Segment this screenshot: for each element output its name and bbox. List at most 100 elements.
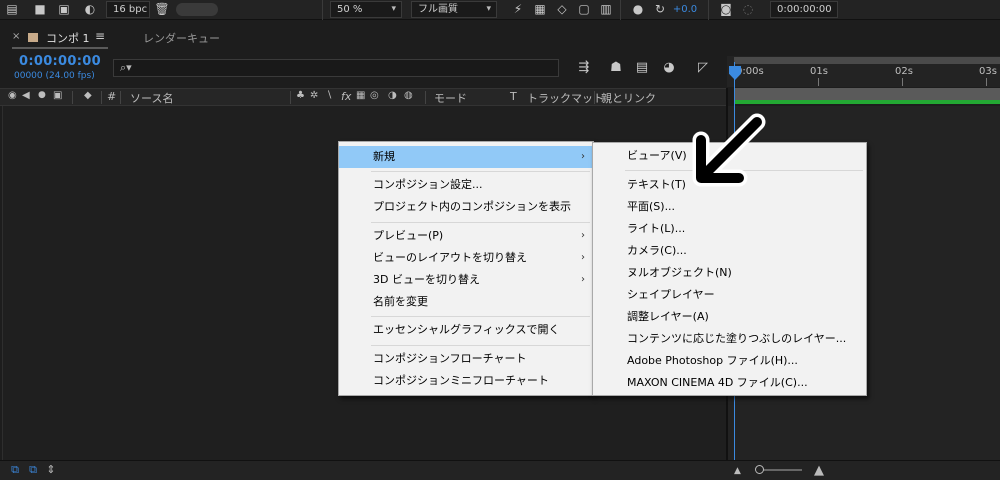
top-toolbar: ▤ ■ ▣ ◐ 16 bpc 🗑 50 % ▾ フル画質 ▾ ⚡ ▦ ◇ ▢ ▥… — [0, 0, 1000, 20]
toolbar-divider — [708, 0, 709, 20]
menu-item-new[interactable]: 新規 › — [339, 146, 593, 168]
menu-item-switch-3d-view[interactable]: 3D ビューを切り替え › — [339, 269, 593, 291]
menu-item-label: Adobe Photoshop ファイル(H)... — [627, 354, 798, 367]
column-mode[interactable]: モード — [434, 90, 467, 106]
frame-count-display: 00000 (24.00 fps) — [14, 71, 95, 81]
menu-item-label: コンポジション設定... — [373, 178, 483, 191]
tab-comp-1[interactable]: コンポ 1 — [46, 30, 90, 46]
timeline-zoom-slider[interactable] — [762, 469, 802, 471]
timecode-field[interactable]: 0:00:00:00 — [770, 1, 838, 18]
menu-item-label: プロジェクト内のコンポジションを表示 — [373, 200, 571, 213]
column-track-matte[interactable]: トラックマット — [527, 90, 604, 106]
chevron-down-icon: ▾ — [486, 4, 491, 14]
column-divider — [290, 91, 291, 104]
tab-render-queue[interactable]: レンダーキュー — [143, 30, 220, 46]
footage-icon[interactable]: ◐ — [82, 2, 98, 17]
menu-item-label: シェイプレイヤー — [627, 288, 715, 301]
composition-icon[interactable]: ▣ — [56, 2, 72, 17]
flowchart-icon[interactable]: ▤ — [4, 2, 20, 17]
motion-blur-icon[interactable]: ◕ — [660, 59, 678, 77]
current-time-display[interactable]: 0:00:00:00 — [19, 54, 101, 69]
timeline-tab-row: × コンポ 1 ≡ レンダーキュー — [0, 26, 1000, 50]
exposure-value[interactable]: +0.0 — [670, 2, 700, 17]
toggle-in-out-icon[interactable]: ⇕ — [44, 463, 58, 477]
solo-icon[interactable]: ● — [38, 90, 46, 100]
search-icon: ⌕▾ — [120, 61, 132, 74]
annotation-arrow-icon — [692, 113, 766, 187]
column-divider — [425, 91, 426, 104]
resolution-dropdown[interactable]: フル画質 ▾ — [411, 1, 497, 18]
ruler-tick — [818, 78, 819, 86]
folder-icon[interactable]: ■ — [32, 2, 48, 17]
menu-item-switch-view-layout[interactable]: ビューのレイアウトを切り替え › — [339, 247, 593, 269]
composition-flowchart-icon[interactable]: ⇶ — [575, 59, 593, 77]
menu-item-label: 名前を変更 — [373, 295, 428, 308]
column-source-name[interactable]: ソース名 — [130, 90, 173, 106]
submenu-item-content-aware-fill-layer[interactable]: コンテンツに応じた塗りつぶしのレイヤー... — [593, 328, 866, 350]
snapshot-camera-icon[interactable]: ◙ — [718, 2, 734, 17]
submenu-item-photoshop-file[interactable]: Adobe Photoshop ファイル(H)... — [593, 350, 866, 372]
show-snapshot-icon[interactable]: ◌ — [740, 2, 756, 17]
panel-menu-icon[interactable]: ≡ — [95, 29, 105, 43]
3d-layer-switch-icon[interactable]: ◍ — [404, 90, 413, 101]
frame-blending-icon[interactable]: ▤ — [633, 59, 651, 77]
menu-separator — [371, 171, 590, 172]
menu-item-comp-settings[interactable]: コンポジション設定... — [339, 174, 593, 196]
menu-item-comp-flowchart[interactable]: コンポジションフローチャート — [339, 348, 593, 370]
adjustment-switch-icon[interactable]: ◑ — [388, 90, 397, 101]
submenu-item-camera[interactable]: カメラ(C)... — [593, 240, 866, 262]
toolbar-slider[interactable] — [176, 3, 218, 16]
work-area-bar[interactable] — [734, 57, 1000, 64]
reset-exposure-icon[interactable]: ↻ — [652, 2, 668, 17]
label-tag-icon[interactable]: ◆ — [84, 90, 92, 101]
eye-icon[interactable]: ◉ — [8, 90, 17, 101]
motion-blur-switch-icon[interactable]: ◎ — [370, 90, 379, 101]
menu-item-rename[interactable]: 名前を変更 — [339, 291, 593, 313]
column-divider — [101, 91, 102, 104]
transparency-grid-icon[interactable]: ▦ — [532, 2, 548, 17]
submenu-item-adjustment-layer[interactable]: 調整レイヤー(A) — [593, 306, 866, 328]
zoom-out-icon[interactable]: ▲ — [734, 466, 741, 476]
toolbar-timecode: 0:00:00:00 — [777, 4, 832, 15]
trash-icon[interactable]: 🗑 — [154, 2, 170, 17]
submenu-item-solid[interactable]: 平面(S)... — [593, 196, 866, 218]
menu-item-reveal-comp[interactable]: プロジェクト内のコンポジションを表示 — [339, 196, 593, 218]
toggle-layer-switches-icon[interactable]: ⧉ — [8, 463, 22, 477]
color-channel-icon[interactable]: ● — [630, 2, 646, 17]
menu-separator — [371, 316, 590, 317]
submenu-item-light[interactable]: ライト(L)... — [593, 218, 866, 240]
submenu-item-cinema4d-file[interactable]: MAXON CINEMA 4D ファイル(C)... — [593, 372, 866, 394]
shy-switch-icon[interactable]: ♣ — [296, 90, 305, 101]
region-of-interest-icon[interactable]: ▢ — [576, 2, 592, 17]
fast-previews-icon[interactable]: ⚡ — [510, 2, 526, 17]
menu-item-comp-mini-flowchart[interactable]: コンポジションミニフローチャート — [339, 370, 593, 392]
shy-layers-icon[interactable]: ☗ — [607, 59, 625, 77]
zoom-slider-knob[interactable] — [755, 465, 764, 474]
menu-item-label: カメラ(C)... — [627, 244, 687, 257]
menu-item-essential-graphics[interactable]: エッセンシャルグラフィックスで開く — [339, 319, 593, 341]
toggle-transfer-controls-icon[interactable]: ⧉ — [26, 463, 40, 477]
bit-depth-button[interactable]: 16 bpc — [106, 1, 150, 18]
toolbar-divider — [322, 0, 323, 20]
grid-options-icon[interactable]: ▥ — [598, 2, 614, 17]
collapse-switch-icon[interactable]: ✲ — [310, 90, 318, 101]
ruler-label: 01s — [810, 66, 828, 77]
close-icon[interactable]: × — [12, 31, 20, 42]
zoom-dropdown[interactable]: 50 % ▾ — [330, 1, 402, 18]
menu-item-label: コンテンツに応じた塗りつぶしのレイヤー... — [627, 332, 847, 345]
submenu-item-null-object[interactable]: ヌルオブジェクト(N) — [593, 262, 866, 284]
column-parent-link[interactable]: 親とリンク — [601, 90, 656, 106]
menu-item-preview[interactable]: プレビュー(P) › — [339, 225, 593, 247]
layer-search-input[interactable]: ⌕▾ — [113, 59, 559, 77]
column-t[interactable]: T — [510, 90, 517, 103]
audio-icon[interactable]: ◀ — [22, 90, 30, 101]
zoom-in-icon[interactable]: ▲ — [814, 463, 824, 478]
mask-visibility-icon[interactable]: ◇ — [554, 2, 570, 17]
lock-icon[interactable]: ▣ — [53, 90, 62, 101]
quality-switch-icon[interactable]: ∖ — [326, 90, 332, 101]
effect-switch-icon[interactable]: fx — [341, 90, 351, 103]
submenu-item-shape-layer[interactable]: シェイプレイヤー — [593, 284, 866, 306]
frame-blend-switch-icon[interactable]: ▦ — [356, 90, 365, 101]
graph-editor-icon[interactable]: ◸ — [694, 59, 712, 77]
menu-item-label: ビューのレイアウトを切り替え — [373, 251, 527, 264]
